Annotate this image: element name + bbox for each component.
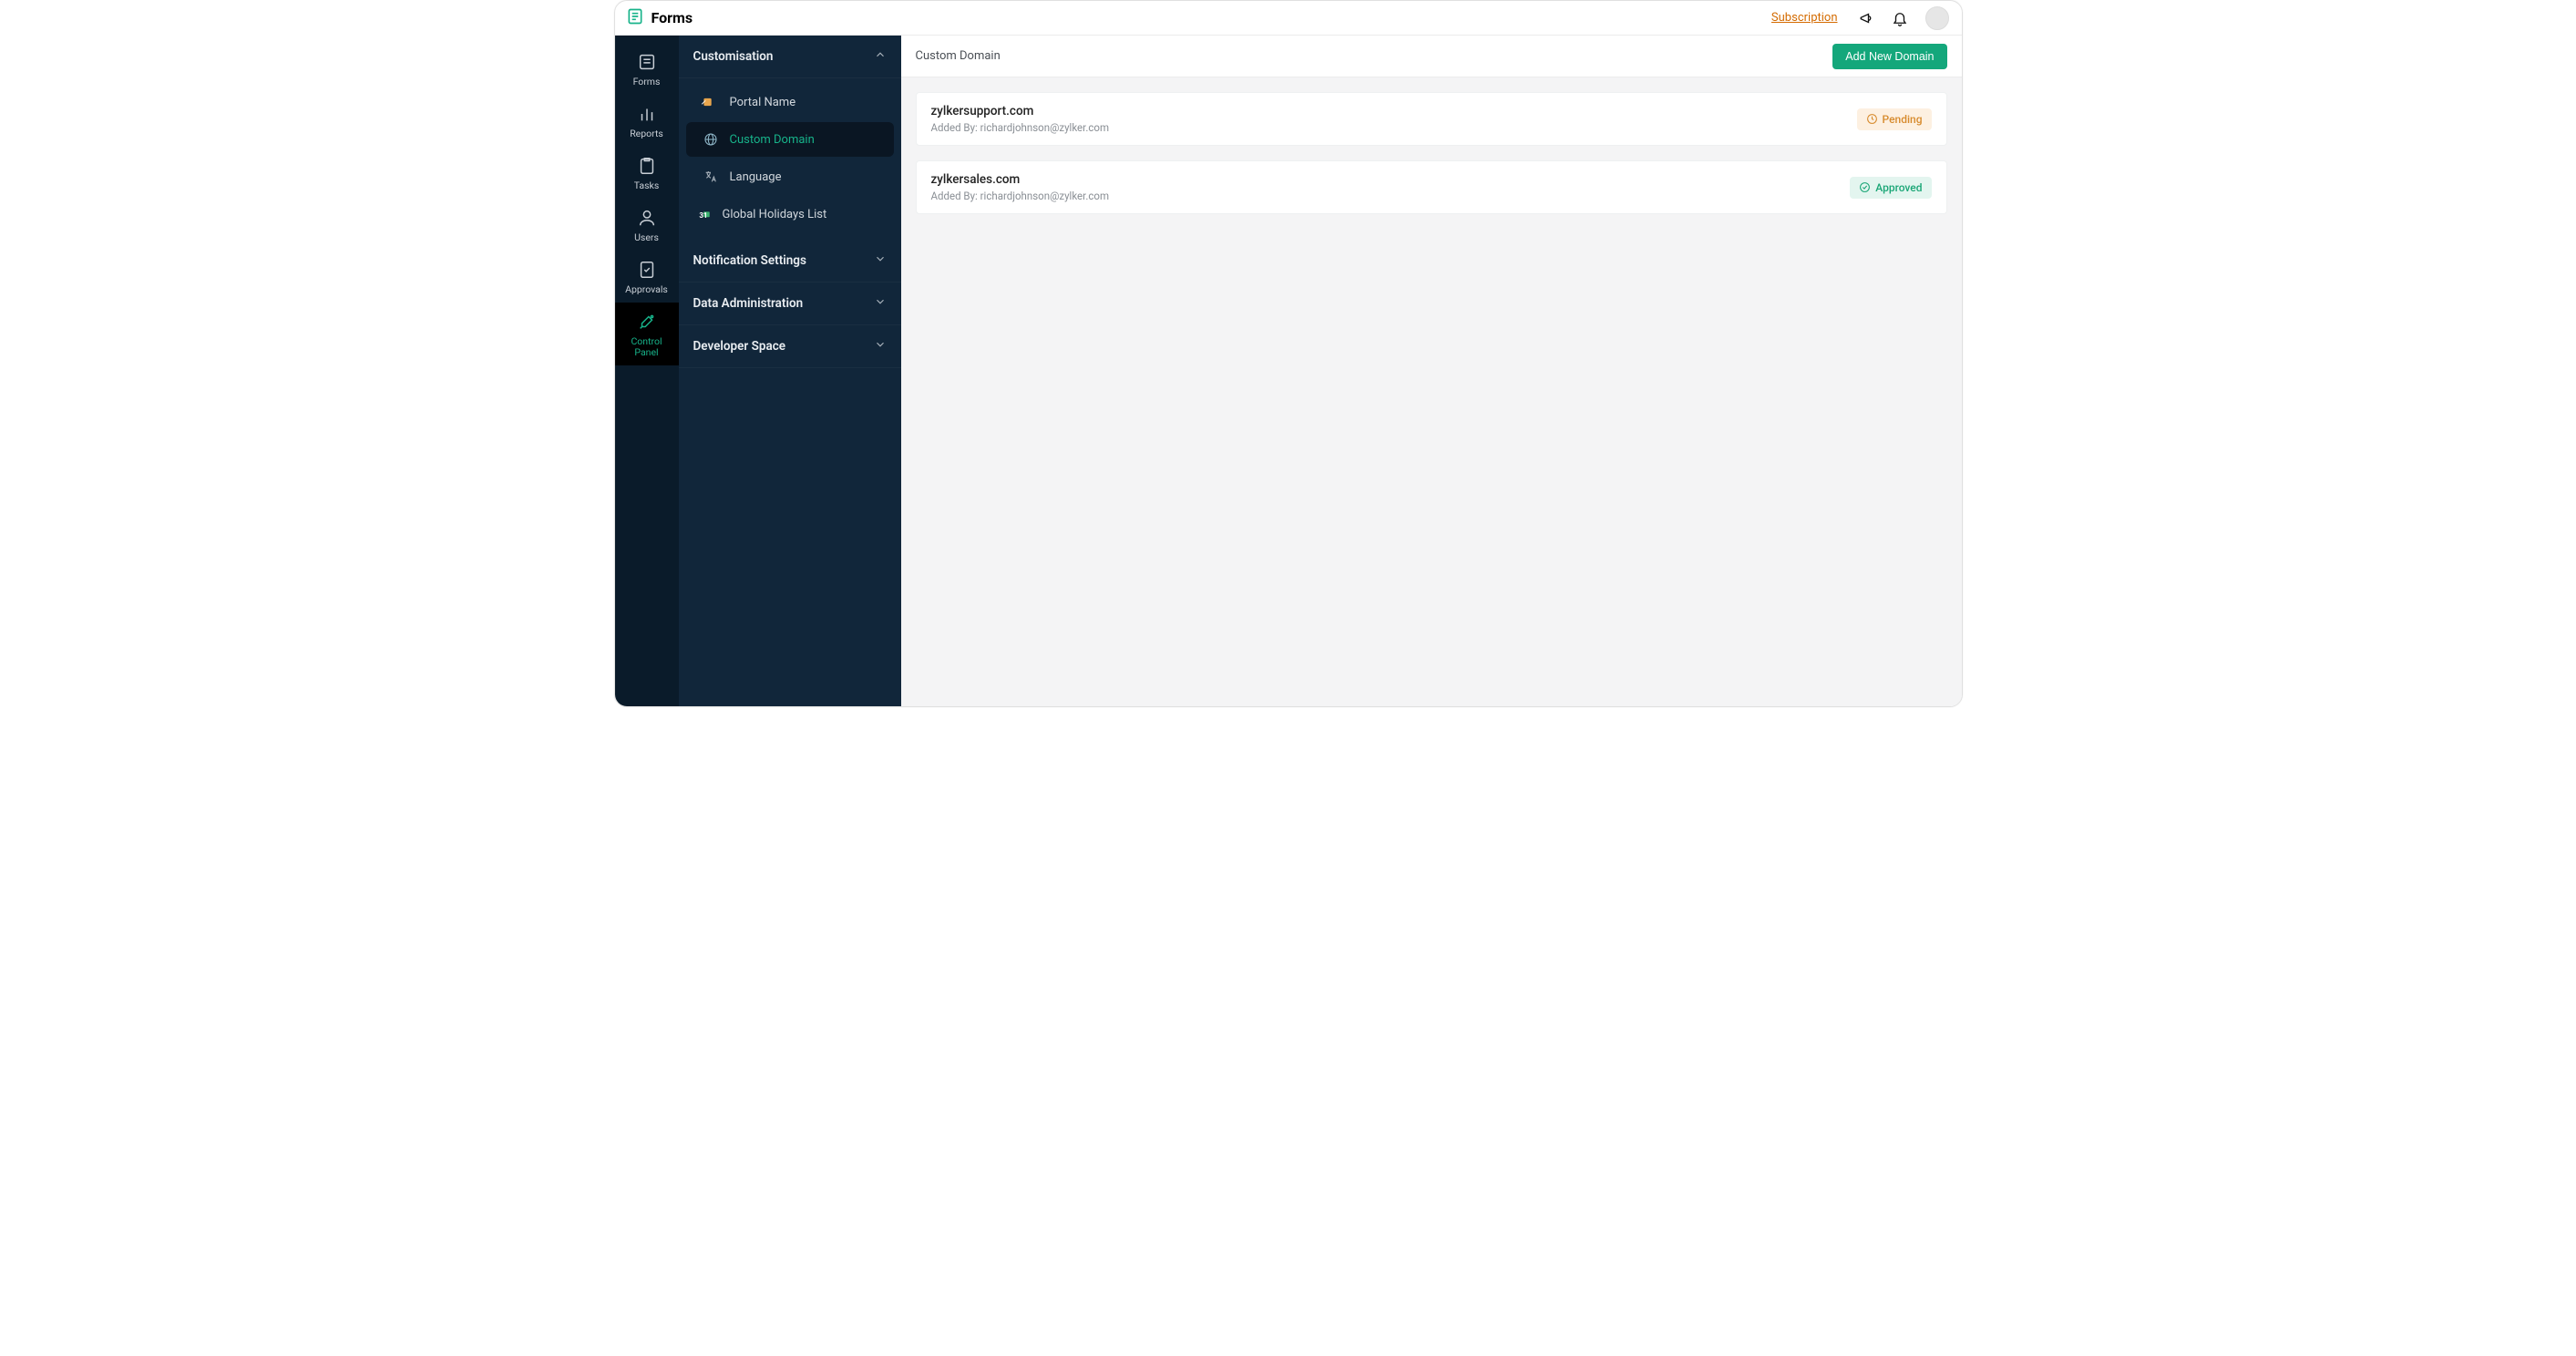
language-icon	[703, 169, 719, 185]
domain-list: zylkersupport.com Added By: richardjohns…	[901, 77, 1962, 243]
settings-sidebar: Customisation Portal Name C	[679, 36, 901, 706]
sidebar-item-custom-domain[interactable]: Custom Domain	[686, 122, 894, 157]
chevron-down-icon	[874, 252, 887, 269]
section-title: Developer Space	[693, 339, 786, 354]
sidebar-section-customisation[interactable]: Customisation	[679, 36, 901, 78]
domain-added-by: Added By: richardjohnson@zylker.com	[931, 190, 1851, 202]
sidebar-item-label: Language	[730, 170, 782, 184]
add-new-domain-button[interactable]: Add New Domain	[1832, 44, 1946, 69]
rail-label: Approvals	[619, 284, 675, 295]
sidebar-item-portal-name[interactable]: Portal Name	[686, 85, 894, 119]
section-title: Data Administration	[693, 296, 804, 311]
main-panel: Custom Domain Add New Domain zylkersuppo…	[901, 36, 1962, 706]
section-title: Customisation	[693, 49, 774, 64]
notification-bell-icon[interactable]	[1888, 6, 1912, 30]
sidebar-item-label: Custom Domain	[730, 133, 815, 147]
section-title: Notification Settings	[693, 253, 806, 268]
clock-icon	[1866, 113, 1878, 125]
rail-item-approvals[interactable]: Approvals	[615, 251, 679, 303]
check-circle-icon	[1859, 181, 1871, 193]
control-panel-icon	[619, 311, 675, 333]
rail-label: Forms	[619, 77, 675, 87]
sidebar-item-label: Global Holidays List	[723, 208, 827, 221]
rail-label: Tasks	[619, 180, 675, 191]
forms-logo-icon	[626, 7, 644, 29]
subscription-link[interactable]: Subscription	[1771, 11, 1838, 25]
rail-item-control-panel[interactable]: Control Panel	[615, 303, 679, 365]
status-label: Approved	[1875, 181, 1922, 194]
customisation-subitems: Portal Name Custom Domain Language	[679, 78, 901, 240]
rail-item-users[interactable]: Users	[615, 199, 679, 251]
rail-label: Users	[619, 232, 675, 243]
reports-icon	[619, 103, 675, 125]
sidebar-section-data-administration[interactable]: Data Administration	[679, 282, 901, 325]
approvals-icon	[619, 259, 675, 281]
forms-icon	[619, 51, 675, 73]
status-badge-pending: Pending	[1857, 108, 1932, 130]
chevron-down-icon	[874, 338, 887, 354]
status-badge-approved: Approved	[1850, 177, 1931, 199]
domain-card[interactable]: zylkersupport.com Added By: richardjohns…	[916, 92, 1947, 146]
sidebar-item-label: Portal Name	[730, 96, 796, 109]
domain-name: zylkersales.com	[931, 172, 1851, 187]
app-logo-block: Forms	[626, 7, 693, 29]
rail-label: Reports	[619, 128, 675, 139]
chevron-down-icon	[874, 295, 887, 312]
announcement-icon[interactable]	[1855, 6, 1879, 30]
main-header: Custom Domain Add New Domain	[901, 36, 1962, 77]
rail-label: Control Panel	[619, 336, 675, 358]
tasks-icon	[619, 155, 675, 177]
globe-icon	[703, 131, 719, 148]
users-icon	[619, 207, 675, 229]
rail-item-forms[interactable]: Forms	[615, 43, 679, 95]
rail-item-reports[interactable]: Reports	[615, 95, 679, 147]
app-title: Forms	[652, 9, 693, 26]
portal-name-icon	[703, 94, 719, 110]
page-title: Custom Domain	[916, 49, 1001, 63]
rail-item-tasks[interactable]: Tasks	[615, 147, 679, 199]
sidebar-item-language[interactable]: Language	[686, 159, 894, 194]
nav-rail: Forms Reports Tasks Users	[615, 36, 679, 706]
chevron-up-icon	[874, 48, 887, 65]
domain-added-by: Added By: richardjohnson@zylker.com	[931, 121, 1857, 134]
domain-card[interactable]: zylkersales.com Added By: richardjohnson…	[916, 160, 1947, 214]
sidebar-section-developer-space[interactable]: Developer Space	[679, 325, 901, 368]
status-label: Pending	[1883, 113, 1923, 126]
calendar-icon: 31	[703, 206, 719, 222]
sidebar-item-global-holidays[interactable]: 31 Global Holidays List	[686, 197, 894, 231]
top-bar: Forms Subscription	[615, 1, 1962, 36]
sidebar-section-notification-settings[interactable]: Notification Settings	[679, 240, 901, 282]
domain-name: zylkersupport.com	[931, 104, 1857, 118]
app-window: Forms Subscription Forms	[614, 0, 1963, 707]
user-avatar[interactable]	[1925, 6, 1949, 30]
